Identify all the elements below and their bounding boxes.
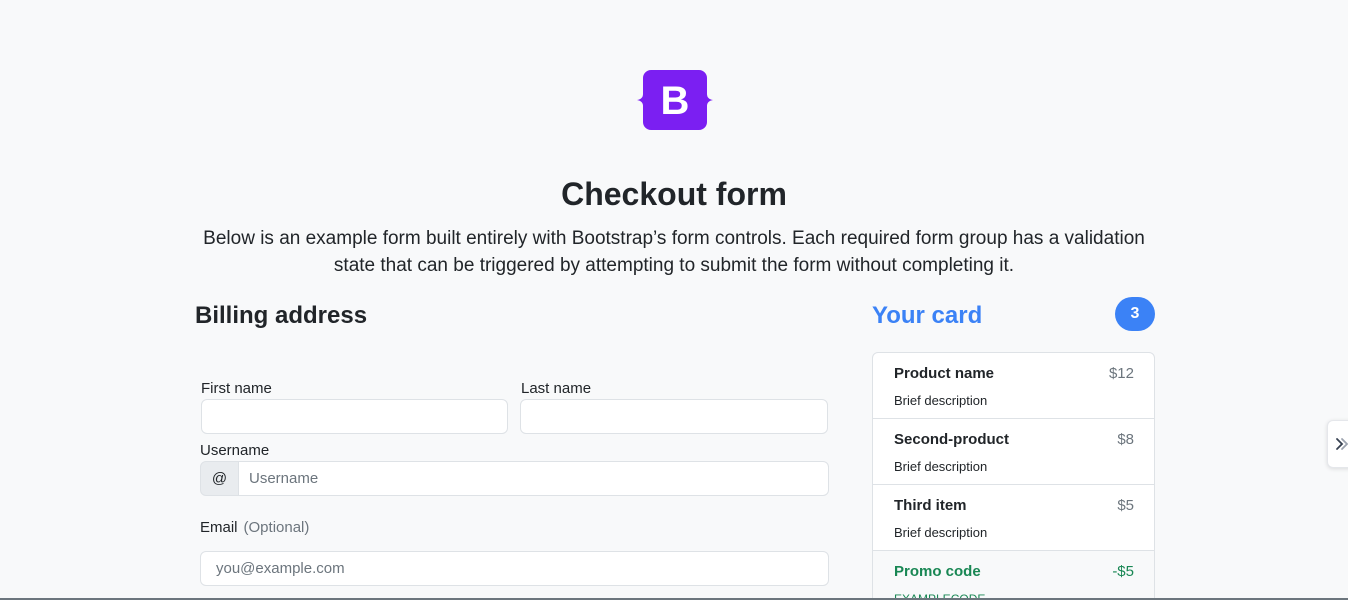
page-lead: Below is an example form built entirely …	[203, 228, 1145, 276]
cart-count-badge: 3	[1115, 297, 1155, 331]
cart-item-price: $8	[1117, 431, 1134, 448]
username-input[interactable]: Username	[239, 461, 829, 496]
checkout-page: B Checkout form Below is an example form…	[0, 0, 1348, 600]
first-name-input[interactable]	[201, 399, 508, 434]
logo-letter: B	[661, 79, 690, 123]
at-sign-addon: @	[200, 461, 239, 496]
promo-code-label: Promo code	[894, 563, 981, 580]
last-name-label: Last name	[521, 380, 592, 397]
first-name-label: First name	[201, 380, 272, 397]
page-title: Checkout form	[561, 176, 787, 212]
bootstrap-logo-icon: B	[637, 70, 713, 130]
promo-code-row: Promo code EXAMPLECODE -$5	[873, 551, 1154, 600]
cart-item: Product name Brief description $12	[873, 353, 1154, 419]
cart-list: Product name Brief description $12 Secon…	[872, 352, 1155, 600]
side-extension-tab[interactable]	[1327, 420, 1348, 468]
cart-item-price: $5	[1117, 497, 1134, 514]
bootstrap-logo: B	[637, 70, 713, 130]
email-label: Email (Optional)	[200, 518, 309, 538]
billing-heading: Billing address	[195, 302, 368, 329]
cart-item-name: Third item	[894, 497, 967, 514]
cart-item-name: Second-product	[894, 431, 1009, 448]
cart-item-description: Brief description	[894, 525, 988, 540]
promo-discount: -$5	[1112, 563, 1134, 580]
cart-item-description: Brief description	[894, 393, 988, 408]
cart-item: Third item Brief description $5	[873, 485, 1154, 551]
cart-heading: Your card	[872, 302, 983, 329]
email-label-text: Email	[200, 519, 238, 536]
username-input-group: @ Username	[200, 461, 829, 496]
wave-icon	[1336, 438, 1348, 450]
cart-item-description: Brief description	[894, 459, 988, 474]
email-optional-hint: (Optional)	[243, 519, 310, 536]
last-name-input[interactable]	[520, 399, 828, 434]
cart-item-name: Product name	[894, 365, 995, 382]
cart-item: Second-product Brief description $8	[873, 419, 1154, 485]
username-label: Username	[200, 442, 270, 459]
cart-item-price: $12	[1108, 365, 1134, 382]
email-input[interactable]: you@example.com	[200, 551, 829, 586]
